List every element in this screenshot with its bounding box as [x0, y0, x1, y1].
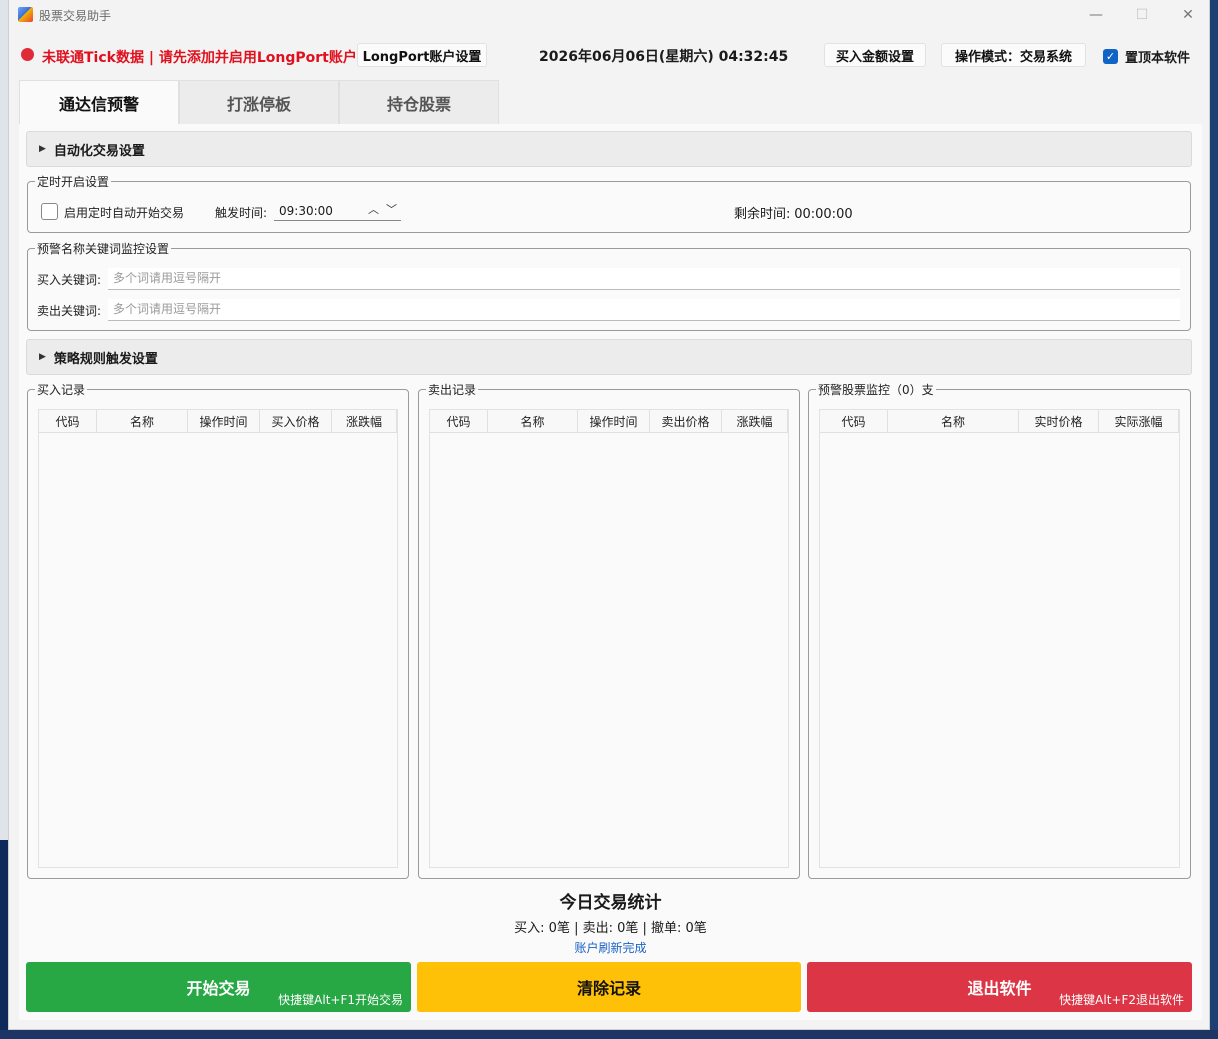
exit-label: 退出软件: [967, 979, 1032, 998]
alert-monitor-table[interactable]: 代码 名称 实时价格 实际涨幅: [819, 409, 1180, 868]
column-header[interactable]: 名称: [97, 410, 188, 432]
checkmark-icon[interactable]: ✓: [1103, 49, 1118, 64]
column-header[interactable]: 代码: [820, 410, 888, 432]
title-bar: 股票交易助手 — ☐ ✕: [9, 0, 1209, 30]
account-refresh-status: 账户刷新完成: [574, 941, 647, 955]
tab-content-panel: ▶ 自动化交易设置 定时开启设置 启用定时自动开始交易 触发时间: 09:30:…: [19, 124, 1202, 1020]
alert-monitor-group: 预警股票监控（0）支 代码 名称 实时价格 实际涨幅: [808, 381, 1191, 879]
column-header[interactable]: 操作时间: [188, 410, 260, 432]
table-header: 代码 名称 操作时间 卖出价格 涨跌幅: [430, 410, 788, 433]
column-header[interactable]: 实时价格: [1019, 410, 1099, 432]
chevron-down-icon[interactable]: ﹀: [386, 201, 397, 217]
stats-title: 今日交易统计: [559, 893, 662, 913]
clear-records-button[interactable]: 清除记录: [417, 962, 801, 1012]
auto-trade-settings-expander[interactable]: ▶ 自动化交易设置: [26, 131, 1192, 167]
close-icon[interactable]: ✕: [1165, 0, 1211, 30]
buy-records-title: 买入记录: [35, 381, 88, 398]
stats-summary: 买入: 0笔 | 卖出: 0笔 | 撤单: 0笔: [514, 921, 707, 936]
sell-records-table[interactable]: 代码 名称 操作时间 卖出价格 涨跌幅: [429, 409, 789, 868]
timer-group: 定时开启设置 启用定时自动开始交易 触发时间: 09:30:00 ︿ ﹀ 剩余时…: [27, 173, 1191, 233]
column-header[interactable]: 卖出价格: [650, 410, 722, 432]
minimize-icon[interactable]: —: [1073, 0, 1119, 30]
window-title: 股票交易助手: [39, 9, 112, 23]
pin-on-top-label: 置顶本软件: [1125, 51, 1191, 66]
connection-status-icon: [21, 48, 34, 61]
enable-timer-label: 启用定时自动开始交易: [64, 206, 185, 220]
exit-shortcut-hint: 快捷键Alt+F2退出软件: [1059, 993, 1184, 1007]
remaining-time: 剩余时间: 00:00:00: [734, 203, 853, 222]
column-header[interactable]: 操作时间: [578, 410, 650, 432]
sell-records-group: 卖出记录 代码 名称 操作时间 卖出价格 涨跌幅: [418, 381, 800, 879]
alert-monitor-title: 预警股票监控（0）支: [816, 381, 936, 398]
clear-records-label: 清除记录: [576, 979, 641, 998]
expand-triangle-icon: ▶: [39, 352, 46, 362]
sell-records-title: 卖出记录: [426, 381, 479, 398]
remaining-time-value: 00:00:00: [794, 207, 853, 222]
column-header[interactable]: 代码: [430, 410, 488, 432]
column-header[interactable]: 实际涨幅: [1099, 410, 1179, 432]
table-header: 代码 名称 操作时间 买入价格 涨跌幅: [39, 410, 397, 433]
tab-bar: 通达信预警 打涨停板 持仓股票: [19, 80, 499, 124]
strategy-settings-expander[interactable]: ▶ 策略规则触发设置: [26, 339, 1192, 375]
tab-tdx-alerts[interactable]: 通达信预警: [19, 80, 179, 124]
column-header[interactable]: 代码: [39, 410, 97, 432]
buy-records-table[interactable]: 代码 名称 操作时间 买入价格 涨跌幅: [38, 409, 398, 868]
column-header[interactable]: 买入价格: [260, 410, 332, 432]
enable-timer-checkbox[interactable]: [41, 203, 58, 220]
tab-limit-up[interactable]: 打涨停板: [179, 80, 339, 124]
expand-triangle-icon: ▶: [39, 144, 46, 154]
status-bar: 未联通Tick数据 | 请先添加并启用LongPort账户 LongPort账户…: [9, 38, 1209, 72]
column-header[interactable]: 名称: [888, 410, 1019, 432]
pin-on-top-toggle[interactable]: ✓ 置顶本软件: [1103, 47, 1190, 66]
strategy-settings-label: 策略规则触发设置: [53, 351, 158, 367]
buy-records-group: 买入记录 代码 名称 操作时间 买入价格 涨跌幅: [27, 381, 409, 879]
trigger-time-label: 触发时间:: [215, 206, 268, 220]
start-shortcut-hint: 快捷键Alt+F1开始交易: [278, 993, 403, 1007]
connection-warning: 未联通Tick数据 | 请先添加并启用LongPort账户: [42, 50, 357, 66]
sell-keyword-input[interactable]: 多个词请用逗号隔开: [108, 299, 1180, 321]
operation-mode-button[interactable]: 操作模式：交易系统: [941, 43, 1086, 67]
keyword-group-title: 预警名称关键词监控设置: [35, 240, 172, 257]
table-header: 代码 名称 实时价格 实际涨幅: [820, 410, 1179, 433]
sell-keyword-label: 卖出关键词:: [37, 304, 102, 318]
column-header[interactable]: 名称: [488, 410, 578, 432]
chevron-up-icon[interactable]: ︿: [368, 201, 379, 217]
taskbar-edge: [0, 1030, 1218, 1039]
datetime-display: 2026年06月06日(星期六) 04:32:45: [539, 49, 789, 65]
remaining-time-label: 剩余时间:: [734, 207, 791, 222]
buy-keyword-input[interactable]: 多个词请用逗号隔开: [108, 268, 1180, 290]
longport-settings-button[interactable]: LongPort账户设置: [357, 43, 487, 67]
column-header[interactable]: 涨跌幅: [722, 410, 788, 432]
start-trading-label: 开始交易: [186, 979, 251, 998]
timer-group-title: 定时开启设置: [35, 173, 112, 190]
maximize-icon[interactable]: ☐: [1119, 0, 1165, 30]
start-trading-button[interactable]: 开始交易 快捷键Alt+F1开始交易: [26, 962, 411, 1012]
buy-amount-button[interactable]: 买入金额设置: [824, 43, 926, 67]
app-window: 股票交易助手 — ☐ ✕ 未联通Tick数据 | 请先添加并启用LongPort…: [8, 0, 1210, 1030]
keyword-group: 预警名称关键词监控设置 买入关键词: 多个词请用逗号隔开 卖出关键词: 多个词请…: [27, 240, 1191, 331]
tab-holdings[interactable]: 持仓股票: [339, 80, 499, 124]
app-icon: [18, 7, 33, 22]
buy-keyword-label: 买入关键词:: [37, 273, 102, 287]
auto-trade-settings-label: 自动化交易设置: [53, 143, 145, 159]
trigger-time-input[interactable]: 09:30:00: [274, 202, 401, 221]
exit-button[interactable]: 退出软件 快捷键Alt+F2退出软件: [807, 962, 1192, 1012]
column-header[interactable]: 涨跌幅: [332, 410, 397, 432]
